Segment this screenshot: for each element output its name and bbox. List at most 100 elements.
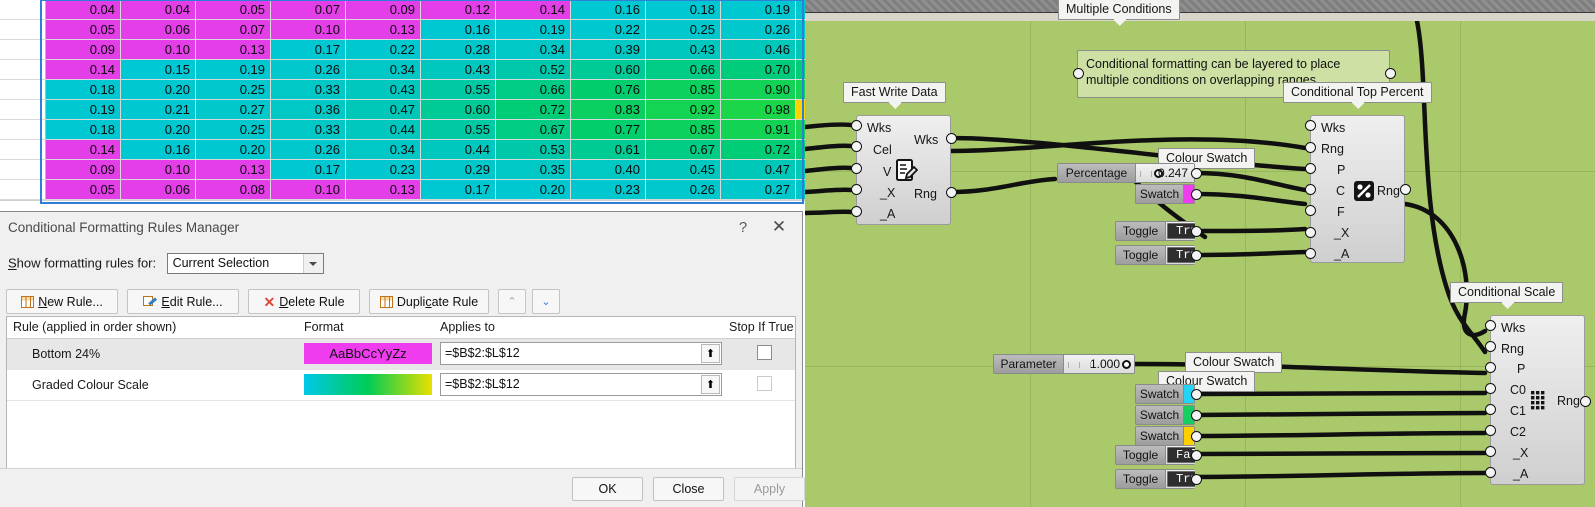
input-port-x[interactable] [851,184,862,195]
spreadsheet-cell[interactable]: 0.55 [420,79,496,100]
close-button[interactable]: Close [653,477,724,501]
spreadsheet-cell[interactable]: 0.19 [795,0,805,20]
rules-toolbar[interactable]: New Rule... Edit Rule... ✕ Delete Rule D… [6,289,796,314]
callout-conditional-top-percent[interactable]: Conditional Top Percent [1283,82,1432,109]
spreadsheet-cell[interactable]: 0.44 [345,119,421,140]
spreadsheet-cell[interactable]: 0.28 [420,39,496,60]
spreadsheet-cell[interactable]: 0.05 [45,179,121,200]
spreadsheet-cell[interactable]: 0.07 [270,0,346,20]
row-header-cell[interactable] [0,159,46,180]
spreadsheet-cell[interactable]: 0.26 [270,59,346,80]
output-port-swatch-c1[interactable] [1191,410,1202,421]
spreadsheet-cell[interactable]: 0.28 [795,179,805,200]
input-port-rng[interactable] [1305,142,1316,153]
row-header-cell[interactable] [0,0,46,20]
input-port-a[interactable] [1485,467,1496,478]
spreadsheet-cell[interactable]: 0.25 [195,119,271,140]
spreadsheet-cell[interactable]: 0.26 [720,19,796,40]
spreadsheet-cell[interactable]: 0.16 [570,0,646,20]
spreadsheet-row[interactable]: 0.09 0.10 0.13 0.17 0.22 0.28 0.34 0.39 0.43 0.46… [0,39,805,60]
spreadsheet-cell[interactable]: 0.23 [345,159,421,180]
spreadsheet-cell[interactable]: 0.34 [495,39,571,60]
spreadsheet-cell[interactable]: 0.90 [720,79,796,100]
input-port-x[interactable] [1485,446,1496,457]
spreadsheet-cell[interactable]: 0.46 [720,39,796,60]
widget-swatch-yellow[interactable]: Swatch [1135,426,1195,446]
widget-percentage-slider[interactable]: Percentage 0.247 [1057,163,1195,183]
spreadsheet-cell[interactable]: 0.09 [45,39,121,60]
spreadsheet-cell[interactable]: 0.60 [570,59,646,80]
input-port-wks[interactable] [1305,120,1316,131]
spreadsheet-cell[interactable]: 0.10 [270,19,346,40]
output-port-wks[interactable] [946,133,957,144]
output-port-percentage[interactable] [1191,168,1202,179]
spreadsheet-cell[interactable]: 0.18 [45,79,121,100]
input-port-x[interactable] [1305,227,1316,238]
spreadsheet-cell[interactable]: 0.19 [495,19,571,40]
output-port-swatch-c0[interactable] [1191,389,1202,400]
spreadsheet-cell[interactable]: 0.85 [645,79,721,100]
spreadsheet-cell[interactable]: 0.06 [120,179,196,200]
help-icon[interactable]: ? [732,217,754,239]
spreadsheet-cell[interactable]: 0.73 [795,139,805,160]
move-rule-down-button[interactable]: ⌄ [532,289,560,314]
spreadsheet-cell[interactable]: 0.14 [45,59,121,80]
widget-swatch-cyan[interactable]: Swatch [1135,384,1195,404]
spreadsheet-cell[interactable]: 0.40 [570,159,646,180]
slider-value-track[interactable]: 0.247 [1135,163,1195,183]
spreadsheet-cell[interactable]: 0.91 [720,119,796,140]
node-editor-pane[interactable]: Multiple Conditions Conditional formatti… [805,0,1595,507]
spreadsheet-cell[interactable]: 0.05 [45,19,121,40]
input-port-p[interactable] [1305,163,1316,174]
widget-toggle-1[interactable]: Toggle True [1115,221,1195,241]
node-fast-write-data[interactable]: Wks Cel V _X _A Wks Rng [856,115,951,225]
spreadsheet-cell[interactable]: 0.47 [345,99,421,120]
spreadsheet-cell[interactable]: 0.93 [795,119,805,140]
spreadsheet-cell[interactable]: 0.27 [795,19,805,40]
spreadsheet-cell[interactable]: 0.10 [120,159,196,180]
rule-row[interactable]: Bottom 24% AaBbCcYyZz =$B$2:$L$12 ⬆ [7,339,795,370]
output-port-toggle-2[interactable] [1191,250,1202,261]
range-picker-icon[interactable]: ⬆ [701,375,720,394]
spreadsheet-cell[interactable]: 0.16 [420,19,496,40]
spreadsheet-cell[interactable]: 0.17 [270,39,346,60]
spreadsheet-cell[interactable]: 0.43 [645,39,721,60]
spreadsheet-cell[interactable]: 0.10 [120,39,196,60]
spreadsheet-cell[interactable]: 0.22 [570,19,646,40]
spreadsheet-cell[interactable]: 0.20 [120,119,196,140]
input-port-wks[interactable] [1485,320,1496,331]
spreadsheet-cell[interactable]: 0.39 [570,39,646,60]
spreadsheet-row[interactable]: 0.18 0.20 0.25 0.33 0.43 0.55 0.66 0.76 0.85 0.90… [0,79,805,100]
spreadsheet-cell[interactable]: 0.19 [45,99,121,120]
row-header-cell[interactable] [0,99,46,120]
slider-value-track[interactable]: 1.000 [1063,354,1135,374]
spreadsheet-cell[interactable]: 0.52 [495,59,571,80]
spreadsheet-cell[interactable]: 0.13 [345,19,421,40]
spreadsheet-cell[interactable]: 0.60 [420,99,496,120]
spreadsheet-cell[interactable]: 0.47 [720,159,796,180]
applies-to-input[interactable]: =$B$2:$L$12 ⬆ [440,342,722,365]
spreadsheet-cell[interactable]: 0.12 [420,0,496,20]
spreadsheet-cell[interactable]: 0.19 [195,59,271,80]
note-port-right[interactable] [1385,68,1396,79]
spreadsheet-cell[interactable]: 0.35 [495,159,571,180]
widget-swatch-magenta[interactable]: Swatch [1135,184,1195,204]
edit-rule-button[interactable]: Edit Rule... [127,289,239,314]
spreadsheet-cell[interactable]: 0.67 [645,139,721,160]
spreadsheet-cell[interactable]: 0.09 [345,0,421,20]
input-port-a[interactable] [851,206,862,217]
callout-colour-swatch-mid[interactable]: Colour Swatch [1185,352,1283,379]
spreadsheet-cell[interactable]: 0.18 [45,119,121,140]
note-port-left[interactable] [1073,68,1084,79]
move-rule-up-button[interactable]: ⌃ [498,289,526,314]
close-icon[interactable]: ✕ [764,215,794,239]
row-header-cell[interactable] [0,19,46,40]
spreadsheet-cell[interactable]: 0.08 [195,179,271,200]
spreadsheet-cell[interactable]: 0.13 [345,179,421,200]
node-conditional-scale[interactable]: Wks Rng P C0 C1 C2 _X _A Rng [1490,315,1585,485]
spreadsheet-cell[interactable]: 0.43 [420,59,496,80]
input-port-a[interactable] [1305,248,1316,259]
spreadsheet-cell[interactable]: 0.33 [270,119,346,140]
spreadsheet-cell[interactable]: 0.06 [120,19,196,40]
spreadsheet-cell[interactable]: 0.34 [345,59,421,80]
